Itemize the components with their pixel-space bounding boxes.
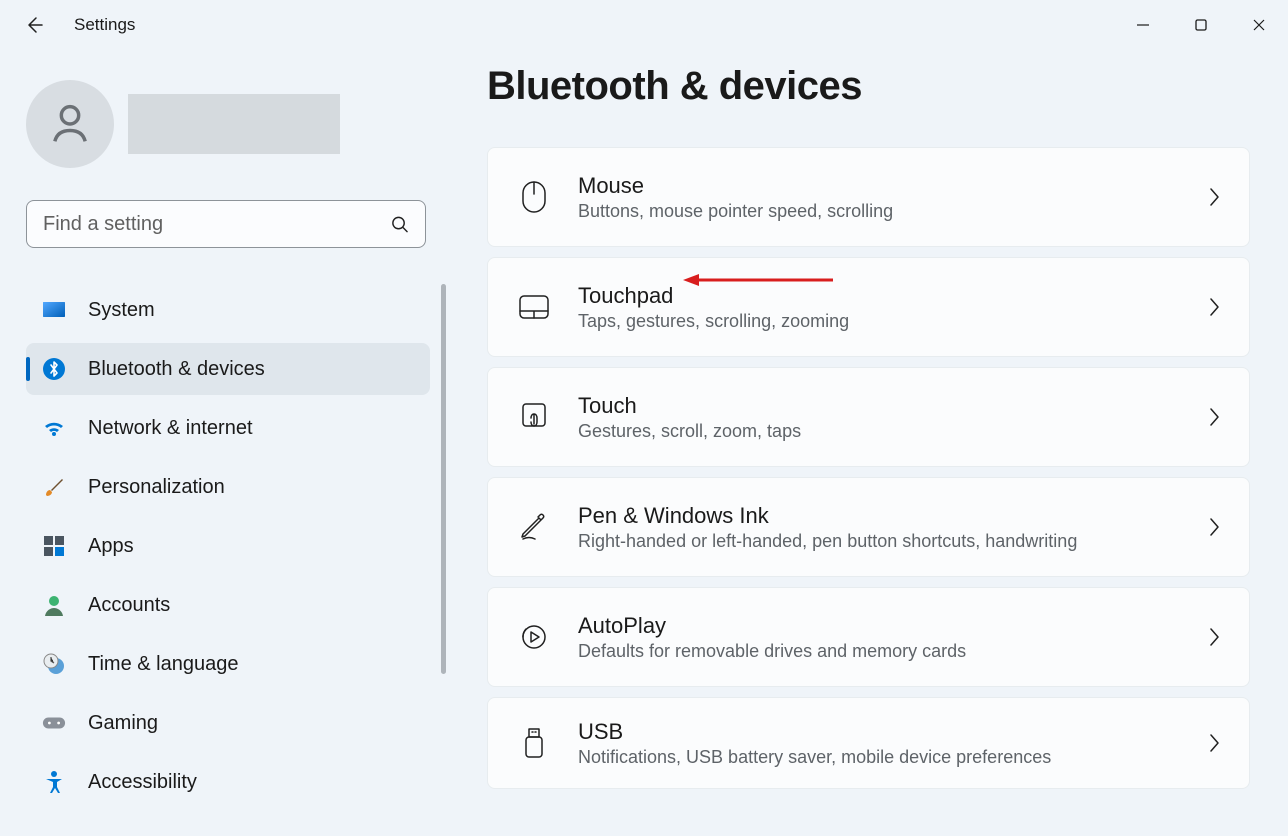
window-controls <box>1114 5 1288 45</box>
maximize-button[interactable] <box>1172 5 1230 45</box>
card-usb[interactable]: USB Notifications, USB battery saver, mo… <box>487 697 1250 789</box>
minimize-icon <box>1136 18 1150 32</box>
touch-icon <box>516 399 552 435</box>
sidebar-item-gaming[interactable]: Gaming <box>26 697 430 749</box>
sidebar-item-label: System <box>88 299 155 322</box>
chevron-right-icon <box>1207 406 1221 428</box>
close-icon <box>1252 18 1266 32</box>
card-title: AutoPlay <box>578 613 1207 639</box>
sidebar-item-network[interactable]: Network & internet <box>26 402 430 454</box>
avatar <box>26 80 114 168</box>
card-subtitle: Gestures, scroll, zoom, taps <box>578 421 1207 442</box>
sidebar-item-bluetooth-devices[interactable]: Bluetooth & devices <box>26 343 430 395</box>
card-pen-ink[interactable]: Pen & Windows Ink Right-handed or left-h… <box>487 477 1250 577</box>
sidebar: System Bluetooth & devices Network & int… <box>0 50 445 836</box>
sidebar-nav: System Bluetooth & devices Network & int… <box>26 284 430 815</box>
search-box[interactable] <box>26 200 426 248</box>
chevron-right-icon <box>1207 516 1221 538</box>
close-button[interactable] <box>1230 5 1288 45</box>
touchpad-icon <box>516 289 552 325</box>
card-title: Touchpad <box>578 283 1207 309</box>
maximize-icon <box>1194 18 1208 32</box>
titlebar: Settings <box>0 0 1288 50</box>
apps-icon <box>42 534 66 558</box>
search-icon <box>390 214 409 234</box>
autoplay-icon <box>516 619 552 655</box>
card-autoplay[interactable]: AutoPlay Defaults for removable drives a… <box>487 587 1250 687</box>
sidebar-item-label: Time & language <box>88 653 238 676</box>
card-title: Mouse <box>578 173 1207 199</box>
chevron-right-icon <box>1207 626 1221 648</box>
search-input[interactable] <box>43 213 390 236</box>
mouse-icon <box>516 179 552 215</box>
sidebar-item-accounts[interactable]: Accounts <box>26 579 430 631</box>
app-title: Settings <box>74 15 135 35</box>
card-title: Pen & Windows Ink <box>578 503 1207 529</box>
chevron-right-icon <box>1207 296 1221 318</box>
usb-icon <box>516 725 552 761</box>
card-subtitle: Taps, gestures, scrolling, zooming <box>578 311 1207 332</box>
sidebar-item-personalization[interactable]: Personalization <box>26 461 430 513</box>
minimize-button[interactable] <box>1114 5 1172 45</box>
card-touch[interactable]: Touch Gestures, scroll, zoom, taps <box>487 367 1250 467</box>
back-button[interactable] <box>18 9 50 41</box>
wifi-icon <box>42 416 66 440</box>
sidebar-item-label: Personalization <box>88 476 225 499</box>
card-subtitle: Right-handed or left-handed, pen button … <box>578 531 1207 552</box>
card-title: Touch <box>578 393 1207 419</box>
arrow-left-icon <box>24 15 44 35</box>
profile-block[interactable] <box>26 80 445 168</box>
pen-icon <box>516 509 552 545</box>
sidebar-item-accessibility[interactable]: Accessibility <box>26 756 430 808</box>
chevron-right-icon <box>1207 186 1221 208</box>
account-name-placeholder <box>128 94 340 154</box>
card-mouse[interactable]: Mouse Buttons, mouse pointer speed, scro… <box>487 147 1250 247</box>
card-title: USB <box>578 719 1207 745</box>
card-subtitle: Defaults for removable drives and memory… <box>578 641 1207 662</box>
gaming-icon <box>42 711 66 735</box>
bluetooth-icon <box>42 357 66 381</box>
account-icon <box>42 593 66 617</box>
clock-globe-icon <box>42 652 66 676</box>
sidebar-item-label: Accounts <box>88 594 170 617</box>
sidebar-item-label: Bluetooth & devices <box>88 358 265 381</box>
sidebar-item-label: Accessibility <box>88 771 197 794</box>
main-content: Bluetooth & devices Mouse Buttons, mouse… <box>445 50 1288 836</box>
sidebar-item-label: Network & internet <box>88 417 253 440</box>
page-title: Bluetooth & devices <box>487 64 1250 109</box>
card-subtitle: Notifications, USB battery saver, mobile… <box>578 747 1207 768</box>
sidebar-item-time-language[interactable]: Time & language <box>26 638 430 690</box>
card-touchpad[interactable]: Touchpad Taps, gestures, scrolling, zoom… <box>487 257 1250 357</box>
card-subtitle: Buttons, mouse pointer speed, scrolling <box>578 201 1207 222</box>
sidebar-item-apps[interactable]: Apps <box>26 520 430 572</box>
paintbrush-icon <box>42 475 66 499</box>
sidebar-item-system[interactable]: System <box>26 284 430 336</box>
accessibility-icon <box>42 770 66 794</box>
person-icon <box>44 98 96 150</box>
sidebar-item-label: Apps <box>88 535 134 558</box>
display-icon <box>42 298 66 322</box>
sidebar-item-label: Gaming <box>88 712 158 735</box>
chevron-right-icon <box>1207 732 1221 754</box>
